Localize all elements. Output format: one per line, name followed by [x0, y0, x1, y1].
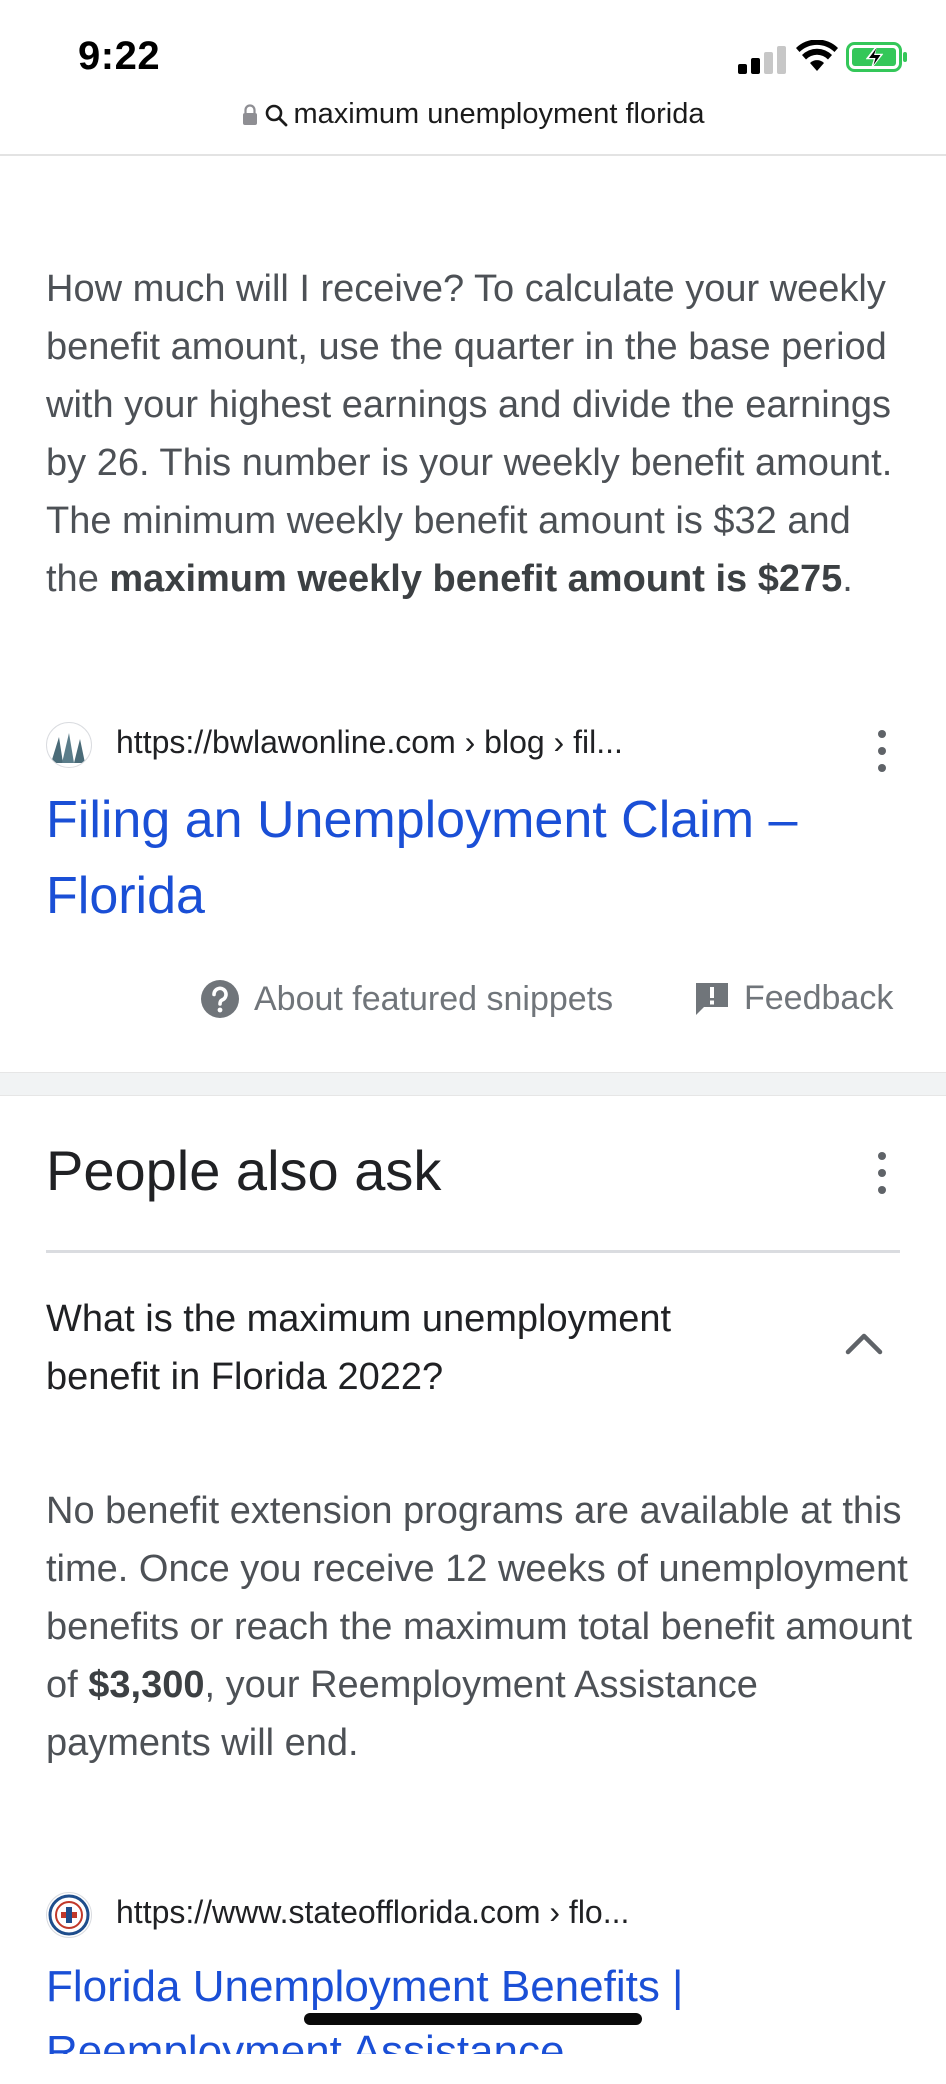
snippet-plain-text: How much will I receive? To calculate yo…	[46, 268, 893, 600]
address-bar[interactable]: maximum unemployment florida	[0, 96, 946, 152]
feedback-label: Feedback	[744, 979, 894, 1017]
paa-more-options-icon[interactable]	[876, 1152, 888, 1196]
lock-icon	[242, 103, 257, 125]
snippet-footer: About featured snippets Feedback	[0, 975, 946, 1031]
feedback-button[interactable]: Feedback	[694, 979, 893, 1018]
paa-result-title-link[interactable]: Florida Unemployment Benefits |	[46, 1955, 946, 2019]
address-bar-divider	[0, 154, 946, 156]
about-featured-snippets-button[interactable]: About featured snippets	[200, 979, 613, 1019]
paa-answer-text: No benefit extension programs are availa…	[46, 1482, 916, 1772]
featured-snippet-text: How much will I receive? To calculate yo…	[46, 260, 906, 608]
wifi-icon	[796, 40, 838, 71]
snippet-bold-text: maximum weekly benefit amount is $275	[109, 558, 843, 600]
help-icon	[201, 980, 239, 1018]
paa-result-title-continued[interactable]: Reemployment Assistance	[46, 2020, 946, 2054]
chevron-up-icon[interactable]	[844, 1328, 884, 1358]
about-featured-snippets-label: About featured snippets	[254, 979, 614, 1018]
paa-source-row[interactable]: https://www.stateofflorida.com › flo...	[46, 1890, 906, 1940]
status-bar: 9:22	[0, 0, 946, 100]
snippet-source-row[interactable]: https://bwlawonline.com › blog › fil...	[46, 720, 906, 772]
paa-divider	[46, 1250, 900, 1253]
snippet-text-end: .	[842, 558, 853, 600]
battery-charging-icon	[846, 42, 907, 72]
home-indicator[interactable]	[304, 2013, 642, 2025]
cellular-signal-icon	[738, 44, 786, 74]
search-icon	[265, 104, 287, 126]
feedback-icon	[696, 982, 728, 1015]
more-options-icon[interactable]	[876, 730, 888, 774]
section-divider	[0, 1072, 946, 1096]
source-url[interactable]: https://bwlawonline.com › blog › fil...	[116, 724, 623, 761]
paa-question[interactable]: What is the maximum unemployment benefit…	[46, 1290, 786, 1406]
status-time: 9:22	[78, 34, 161, 78]
result-title-link[interactable]: Filing an Unemployment Claim – Florida	[46, 782, 906, 934]
state-seal-favicon-icon	[46, 1892, 92, 1938]
answer-bold-text: $3,300	[88, 1664, 205, 1706]
site-favicon-icon	[46, 722, 92, 768]
paa-source-url[interactable]: https://www.stateofflorida.com › flo...	[116, 1894, 629, 1931]
search-query: maximum unemployment florida	[293, 98, 705, 130]
people-also-ask-title: People also ask	[46, 1139, 442, 1202]
